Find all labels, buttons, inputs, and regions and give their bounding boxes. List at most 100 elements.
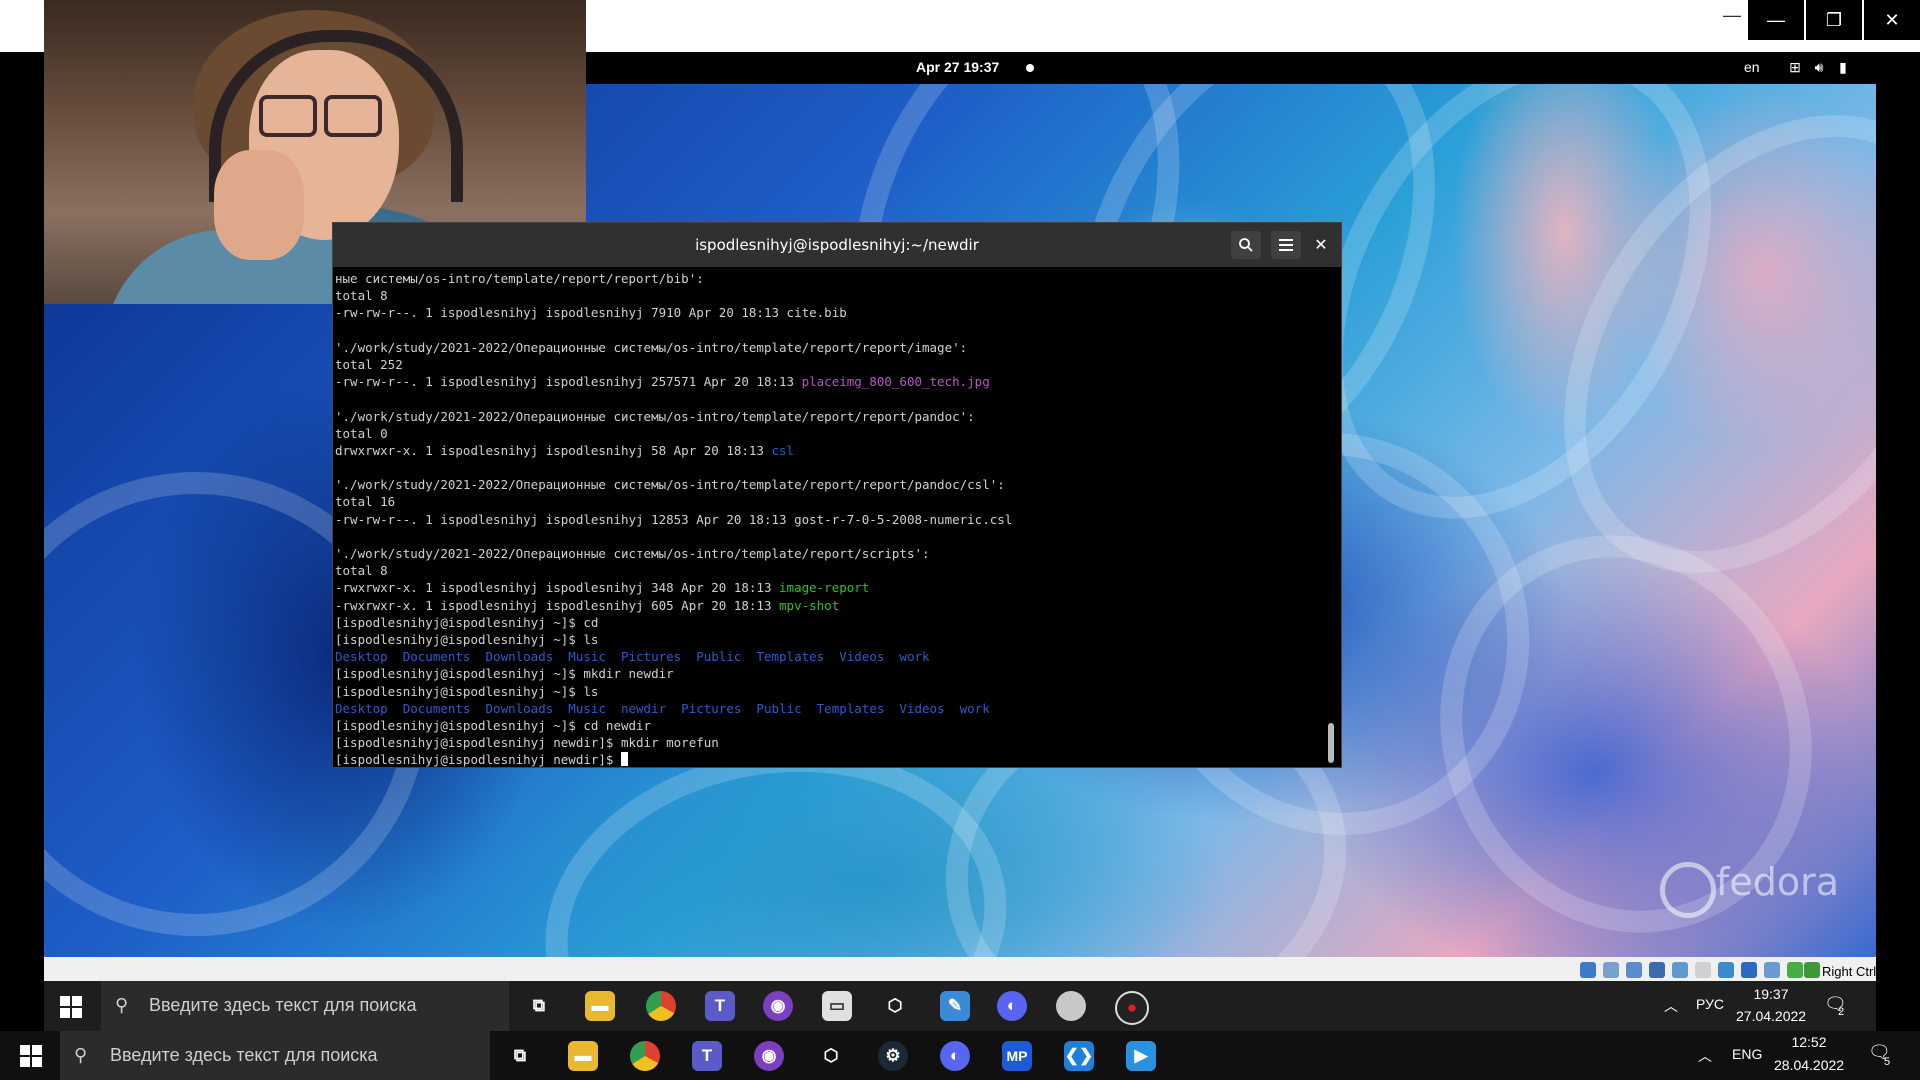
terminal-text: -rwxrwxr-x. 1 ispodlesnihyj ispodlesnihy… [335,597,780,613]
webcam-glasses-left [259,95,317,137]
vbox-audio-icon[interactable] [1626,962,1642,978]
terminal-text: [ispodlesnihyj@ispodlesnihyj ~]$ ls [335,631,599,647]
terminal-line: './work/study/2021-2022/Операционные сис… [335,545,1325,562]
terminal-text: Desktop Documents Downloads Music newdir… [335,700,990,716]
virtualbox-status-bar [44,957,1876,981]
terminal-menu-button[interactable] [1271,231,1301,259]
github-icon[interactable]: ◉ [754,1041,784,1071]
terminal-line: total 16 [335,493,1325,510]
virtualbox-icon[interactable]: ⬡ [880,991,910,1021]
terminal-text: [ispodlesnihyj@ispodlesnihyj ~]$ cd newd… [335,717,652,733]
vbox-keyboard-icon[interactable] [1804,962,1820,978]
windows-start-icon[interactable] [20,1045,42,1067]
vbox-mouse-icon[interactable] [1787,962,1803,978]
mp-icon[interactable]: MP [1002,1041,1032,1071]
terminal-line: './work/study/2021-2022/Операционные сис… [335,476,1325,493]
terminal-cursor [620,752,628,767]
paint-icon[interactable]: ✎ [940,991,970,1021]
vbox-hdd-icon[interactable] [1580,962,1596,978]
terminal-line: [ispodlesnihyj@ispodlesnihyj ~]$ mkdir n… [335,665,1325,682]
app-icon[interactable] [1056,991,1086,1021]
github-icon[interactable]: ◉ [763,991,793,1021]
terminal-line: total 8 [335,562,1325,579]
terminal-text: total 252 [335,356,403,372]
virtualbox-icon[interactable]: ⬡ [816,1041,846,1071]
steam-icon[interactable]: ⚙ [878,1041,908,1071]
chevron-up-icon[interactable]: ︿ [1698,1046,1712,1066]
terminal-line: './work/study/2021-2022/Операционные сис… [335,408,1325,425]
chrome-icon[interactable] [646,991,676,1021]
host-clock-time[interactable]: 12:52 [1774,1034,1844,1050]
terminal-line: [ispodlesnihyj@ispodlesnihyj newdir]$ [335,751,1325,768]
terminal-line: [ispodlesnihyj@ispodlesnihyj ~]$ cd newd… [335,717,1325,734]
guest-search-box[interactable]: ⚲ Введите здесь текст для поиска [101,981,509,1031]
file-explorer-icon[interactable]: ▬ [568,1041,598,1071]
vbox-cpu-icon[interactable] [1764,962,1780,978]
notification-dot-icon [1026,64,1034,72]
task-view-icon[interactable]: ⧉ [505,1041,535,1071]
host-search-box[interactable]: ⚲ Введите здесь текст для поиска [60,1031,490,1080]
terminal-text: csl [771,442,795,458]
drive-icon[interactable]: ▭ [822,991,852,1021]
vbox-recording-icon[interactable] [1741,962,1757,978]
discord-icon[interactable]: ◐ [997,991,1027,1021]
vbox-network-icon[interactable] [1649,962,1665,978]
chrome-icon[interactable] [630,1041,660,1071]
terminal-line: -rw-rw-r--. 1 ispodlesnihyj ispodlesnihy… [335,304,1325,321]
terminal-text: mpv-shot [779,597,840,613]
terminal-window[interactable]: ispodlesnihyj@ispodlesnihyj:~/newdir ✕ н… [332,222,1342,768]
right-border [1876,52,1920,957]
vbox-shared-folders-icon[interactable] [1695,962,1711,978]
guest-notification-count: 2 [1838,1006,1845,1018]
guest-clock-time[interactable]: 19:37 [1736,986,1806,1002]
terminal-scrollbar[interactable] [1328,723,1334,763]
terminal-text: total 8 [335,288,388,304]
host-minimize-button[interactable]: — [1748,0,1804,40]
terminal-close-button[interactable]: ✕ [1309,233,1333,257]
guest-language[interactable]: РУС [1696,996,1724,1012]
gnome-clock[interactable]: Apr 27 19:37 [916,59,999,75]
terminal-text: -rwxrwxr-x. 1 ispodlesnihyj ispodlesnihy… [335,580,780,596]
hamburger-menu-icon [1279,239,1293,251]
windows-start-icon[interactable] [60,996,82,1018]
teams-icon[interactable]: T [705,991,735,1021]
terminal-text: total 16 [335,494,396,510]
teams-icon[interactable]: T [692,1041,722,1071]
terminal-line: -rw-rw-r--. 1 ispodlesnihyj ispodlesnihy… [335,373,1325,390]
vbox-optical-icon[interactable] [1603,962,1619,978]
vbox-display-icon[interactable] [1718,962,1734,978]
host-restore-button[interactable]: ❐ [1806,0,1862,40]
terminal-search-button[interactable] [1231,231,1261,259]
terminal-line: total 0 [335,425,1325,442]
discord-icon[interactable]: ◐ [940,1041,970,1071]
host-close-button[interactable]: ✕ [1864,0,1920,40]
network-icon[interactable]: ⊞ [1786,58,1804,76]
host-clock-date[interactable]: 28.04.2022 [1774,1057,1844,1073]
terminal-text: './work/study/2021-2022/Операционные сис… [335,477,1005,493]
host-language[interactable]: ENG [1732,1046,1762,1062]
terminal-output[interactable]: ные системы/os-intro/template/report/rep… [335,267,1325,768]
search-icon: ⚲ [115,995,129,1015]
terminal-title: ispodlesnihyj@ispodlesnihyj:~/newdir [695,236,979,254]
vbox-usb-icon[interactable] [1672,962,1688,978]
battery-icon[interactable]: ▮ [1834,58,1852,76]
chevron-up-icon[interactable]: ︿ [1664,996,1678,1016]
terminal-text: [ispodlesnihyj@ispodlesnihyj newdir]$ mk… [335,735,719,751]
terminal-text: total 8 [335,563,388,579]
terminal-line: -rwxrwxr-x. 1 ispodlesnihyj ispodlesnihy… [335,579,1325,596]
gnome-input-language[interactable]: en [1744,59,1760,75]
task-view-icon[interactable]: ⧉ [524,991,554,1021]
media-icon[interactable]: ▶ [1126,1041,1156,1071]
terminal-line: [ispodlesnihyj@ispodlesnihyj ~]$ ls [335,631,1325,648]
guest-clock-date[interactable]: 27.04.2022 [1736,1008,1806,1024]
obs-icon[interactable]: ● [1115,991,1149,1025]
file-explorer-icon[interactable]: ▬ [585,991,615,1021]
terminal-line: total 8 [335,287,1325,304]
volume-icon[interactable]: 🔊︎ [1810,58,1828,76]
terminal-line: -rw-rw-r--. 1 ispodlesnihyj ispodlesnihy… [335,511,1325,528]
fedora-logo-icon [1660,862,1716,918]
vscode-icon[interactable]: ❮❯ [1064,1041,1094,1071]
